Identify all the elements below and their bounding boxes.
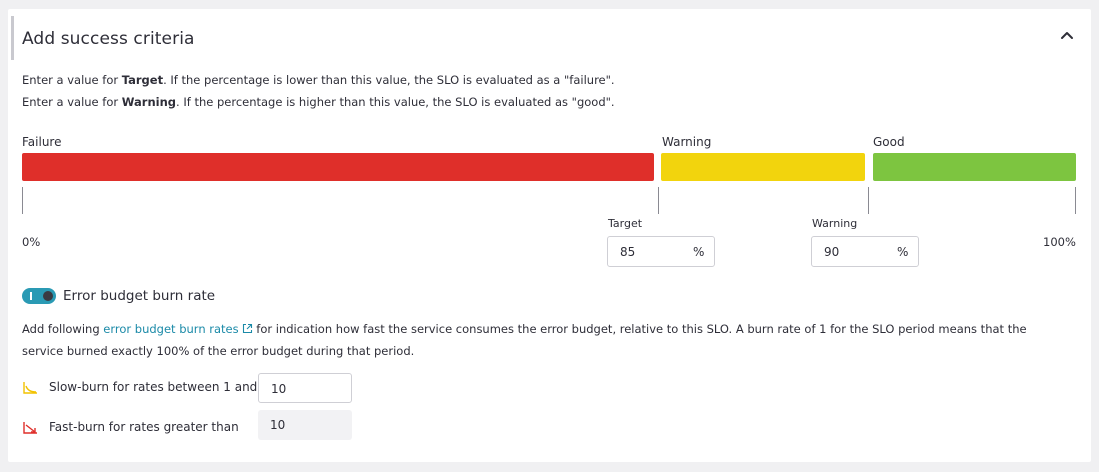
external-link-icon[interactable] xyxy=(242,323,253,334)
max-percent-label: 100% xyxy=(1043,235,1076,249)
warning-zone-label: Warning xyxy=(662,135,712,149)
scale-tick-0 xyxy=(22,187,23,214)
intro-line-target: Enter a value for Target. If the percent… xyxy=(22,73,615,87)
slow-burn-icon xyxy=(23,382,37,394)
toggle-on-mark xyxy=(30,292,32,300)
burn-rate-toggle[interactable] xyxy=(22,288,56,304)
toggle-knob xyxy=(43,291,53,301)
target-input[interactable]: 85 % xyxy=(607,236,715,267)
scale-tick-target[interactable] xyxy=(658,187,659,214)
fast-burn-label: Fast-burn for rates greater than xyxy=(49,420,239,434)
collapse-button[interactable] xyxy=(1057,26,1077,46)
good-label: Good xyxy=(873,135,905,149)
warning-input-label: Warning xyxy=(812,217,858,230)
slow-burn-label: Slow-burn for rates between 1 and xyxy=(49,380,258,394)
target-unit: % xyxy=(693,245,705,259)
slow-burn-value: 10 xyxy=(271,382,287,396)
burn-rates-link[interactable]: error budget burn rates xyxy=(103,322,238,336)
section-accent-bar xyxy=(11,16,14,60)
fast-burn-value: 10 xyxy=(270,418,286,432)
scale-tick-100 xyxy=(1075,187,1076,214)
target-value: 85 xyxy=(620,245,636,259)
warning-value: 90 xyxy=(824,245,840,259)
slow-burn-input[interactable]: 10 xyxy=(258,373,352,403)
success-criteria-panel: Add success criteria Enter a value for T… xyxy=(8,9,1091,462)
section-title: Add success criteria xyxy=(22,29,195,49)
burn-rate-description-line2: service burned exactly 100% of the error… xyxy=(22,344,415,358)
target-label: Target xyxy=(608,217,643,230)
intro-line-warning: Enter a value for Warning. If the percen… xyxy=(22,95,615,109)
chevron-up-icon xyxy=(1061,32,1073,39)
failure-segment xyxy=(22,153,654,181)
warning-segment xyxy=(661,153,865,181)
min-percent-label: 0% xyxy=(22,235,41,249)
burn-rate-description: Add following error budget burn rates fo… xyxy=(22,322,1027,336)
fast-burn-icon xyxy=(23,422,37,434)
good-segment xyxy=(873,153,1076,181)
burn-rate-toggle-label: Error budget burn rate xyxy=(63,288,216,304)
warning-input[interactable]: 90 % xyxy=(811,236,919,267)
warning-unit: % xyxy=(897,245,909,259)
failure-label: Failure xyxy=(22,135,62,149)
scale-tick-warning[interactable] xyxy=(868,187,869,214)
fast-burn-input[interactable]: 10 xyxy=(258,410,352,440)
